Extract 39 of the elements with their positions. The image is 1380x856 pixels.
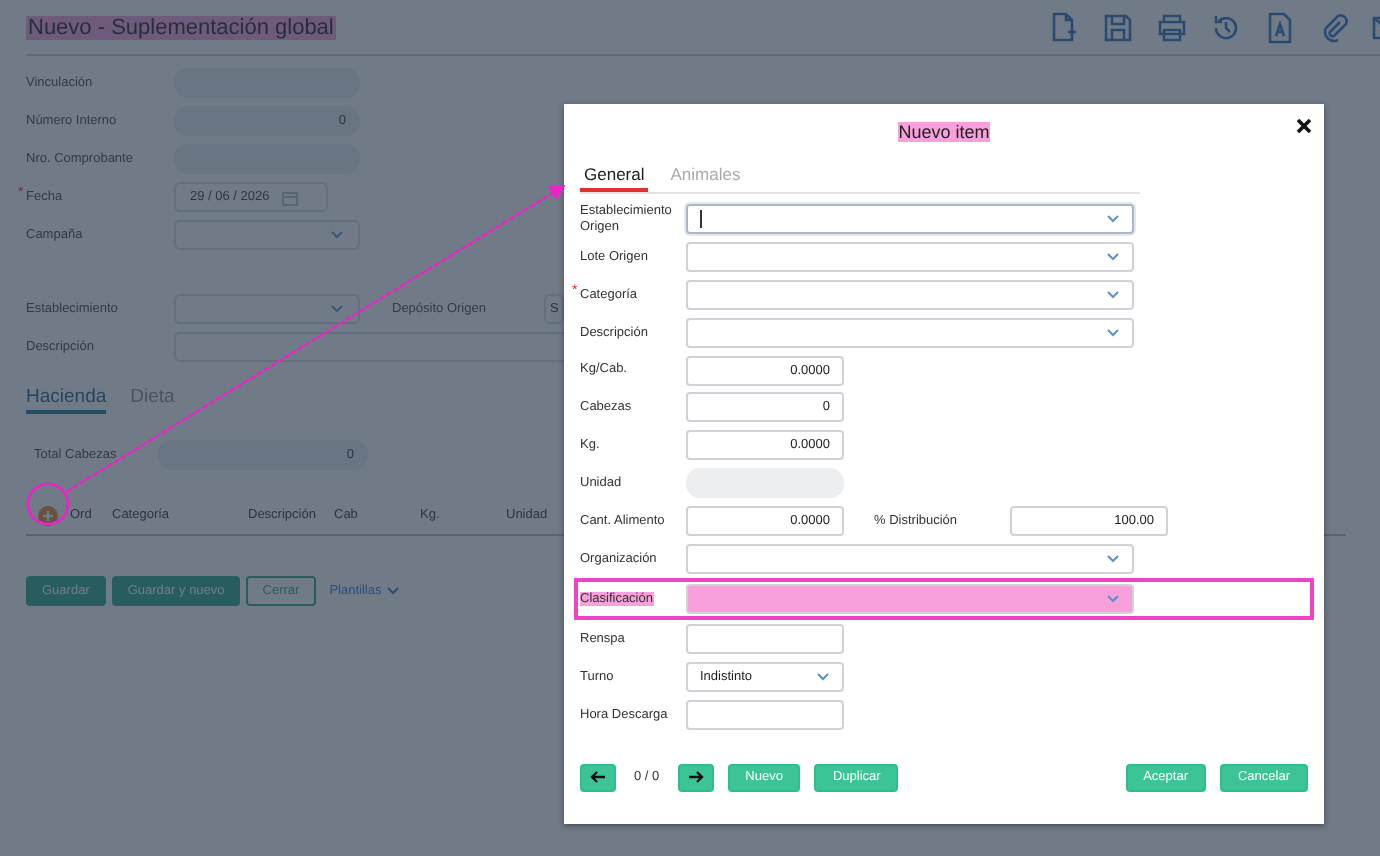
select-field[interactable] (686, 544, 1134, 575)
select-field[interactable] (686, 317, 1134, 348)
arrow-left-icon (590, 770, 606, 785)
dialog-title: Nuevo item (898, 122, 990, 142)
chevron-down-icon (1106, 327, 1120, 338)
chevron-down-icon (1106, 251, 1120, 262)
document-plus-icon[interactable] (1048, 11, 1080, 43)
tab[interactable]: General (580, 164, 649, 192)
chevron-down-icon (385, 586, 400, 596)
select-field[interactable] (686, 241, 1134, 272)
select-field[interactable] (174, 220, 360, 250)
tab[interactable]: Hacienda (26, 386, 107, 414)
chevron-down-icon (1106, 593, 1120, 604)
input-field[interactable] (686, 699, 844, 730)
previous-button[interactable] (580, 763, 616, 792)
chevron-down-icon (330, 304, 344, 314)
select-field[interactable] (174, 294, 360, 324)
input-field[interactable] (686, 623, 844, 654)
history-icon[interactable] (1210, 11, 1242, 43)
calendar-icon[interactable] (281, 189, 298, 205)
arrow-right-icon (687, 770, 704, 785)
paperclip-icon[interactable] (1318, 11, 1350, 43)
chevron-down-icon (1106, 554, 1120, 565)
chevron-down-icon (1106, 289, 1120, 300)
add-icon[interactable] (38, 505, 58, 525)
select-field[interactable] (686, 279, 1134, 310)
print-icon[interactable] (1156, 11, 1188, 43)
chevron-down-icon (816, 671, 830, 682)
close-icon[interactable] (1296, 118, 1312, 134)
select-field[interactable] (686, 583, 1134, 614)
chevron-down-icon (330, 230, 344, 240)
tab[interactable]: Animales (666, 164, 745, 192)
document-icon[interactable] (1264, 11, 1296, 43)
annotation-circle (26, 482, 70, 526)
save-icon[interactable] (1102, 11, 1134, 43)
chevron-down-icon (1106, 214, 1120, 224)
next-button[interactable] (677, 763, 714, 792)
page-title: Nuevo - Suplementación global (26, 15, 336, 39)
select-field[interactable] (686, 204, 1134, 234)
